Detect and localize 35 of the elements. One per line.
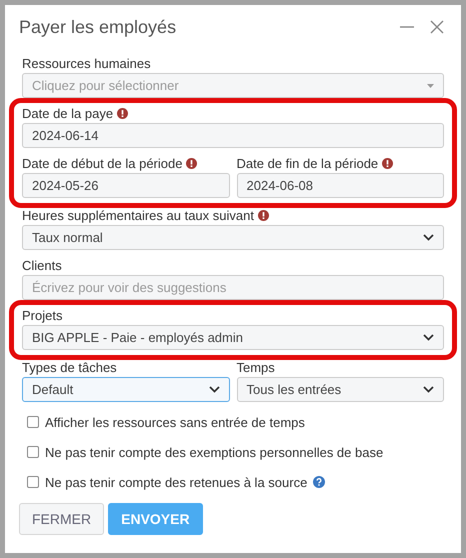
chevron-icon bbox=[423, 334, 434, 341]
field-label: Date de début de la période bbox=[22, 156, 182, 171]
window-title: Payer les employés bbox=[19, 16, 176, 38]
caret-icon bbox=[427, 84, 434, 88]
field-label: Ressources humaines bbox=[22, 56, 151, 71]
chevron-icon bbox=[423, 386, 434, 393]
alert-icon bbox=[186, 158, 198, 169]
field-label: Heures supplémentaires au taux suivant bbox=[22, 208, 254, 223]
field-label: Temps bbox=[236, 360, 275, 375]
chevron-icon bbox=[423, 234, 434, 241]
chevron-icon bbox=[208, 386, 220, 393]
alert-icon bbox=[117, 108, 128, 119]
field-label: Projets bbox=[22, 308, 62, 323]
field-label: Date de fin de la période bbox=[236, 156, 378, 171]
select-field[interactable]: BIG APPLE - Paie - employés admin bbox=[22, 325, 444, 350]
close-button[interactable]: FERMER bbox=[19, 503, 104, 535]
checkbox-label: Afficher les ressources sans entrée de temps bbox=[45, 414, 305, 430]
alert-icon bbox=[258, 210, 269, 221]
checkbox-label: Ne pas tenir compte des exemptions personnelles de base bbox=[45, 444, 384, 460]
close-icon[interactable] bbox=[429, 19, 445, 35]
checkbox[interactable] bbox=[27, 416, 39, 428]
field-label: Date de la paye bbox=[22, 106, 114, 121]
input-field[interactable]: 2024-06-08 bbox=[236, 173, 444, 198]
help-icon bbox=[313, 476, 326, 488]
input-field[interactable]: 2024-06-14 bbox=[22, 123, 444, 148]
checkbox-label: Ne pas tenir compte des retenues à la source bbox=[45, 474, 308, 490]
alert-icon bbox=[382, 158, 394, 169]
select-field[interactable]: Tous les entrées bbox=[236, 377, 444, 402]
checkbox[interactable] bbox=[27, 446, 39, 458]
select-field[interactable]: Default bbox=[22, 377, 230, 402]
field-label: Clients bbox=[22, 258, 62, 273]
field-label: Types de tâches bbox=[22, 360, 117, 375]
select-field[interactable]: Taux normal bbox=[22, 225, 444, 250]
checkbox[interactable] bbox=[27, 476, 39, 488]
input-field[interactable]: 2024-05-26 bbox=[22, 173, 230, 198]
